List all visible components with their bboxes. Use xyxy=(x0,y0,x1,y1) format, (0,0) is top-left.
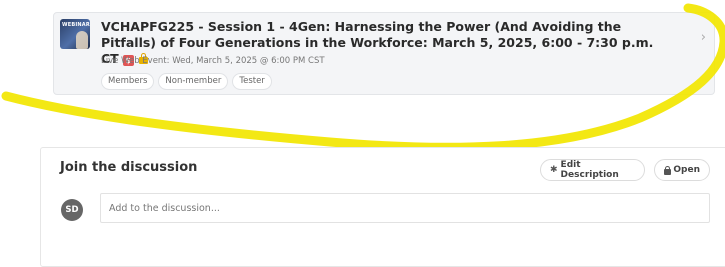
chevron-right-icon[interactable]: › xyxy=(701,30,706,45)
tag-tester: Tester xyxy=(232,73,272,90)
event-card[interactable]: WEBINAR VCHAPFG225 - Session 1 - 4Gen: H… xyxy=(53,12,715,95)
event-thumbnail: WEBINAR xyxy=(60,19,90,49)
discussion-panel: Join the discussion ✱ Edit Description O… xyxy=(40,147,725,267)
open-button[interactable]: Open xyxy=(654,159,710,181)
edit-description-label: Edit Description xyxy=(560,160,619,180)
lock-icon xyxy=(664,165,671,175)
avatar: SD xyxy=(61,199,83,221)
open-label: Open xyxy=(673,165,700,175)
event-tags: Members Non-member Tester xyxy=(101,73,272,90)
thumbnail-hand-graphic xyxy=(76,31,88,49)
tag-members: Members xyxy=(101,73,155,90)
event-list-area: WEBINAR VCHAPFG225 - Session 1 - 4Gen: H… xyxy=(0,0,725,122)
thumbnail-label: WEBINAR xyxy=(62,22,90,28)
tag-non-member: Non-member xyxy=(158,73,229,90)
discussion-input[interactable] xyxy=(100,193,710,223)
event-meta: Live Web Event: Wed, March 5, 2025 @ 6:0… xyxy=(101,56,325,66)
gear-icon: ✱ xyxy=(550,165,558,175)
discussion-title: Join the discussion xyxy=(60,160,198,175)
edit-description-button[interactable]: ✱ Edit Description xyxy=(540,159,645,181)
